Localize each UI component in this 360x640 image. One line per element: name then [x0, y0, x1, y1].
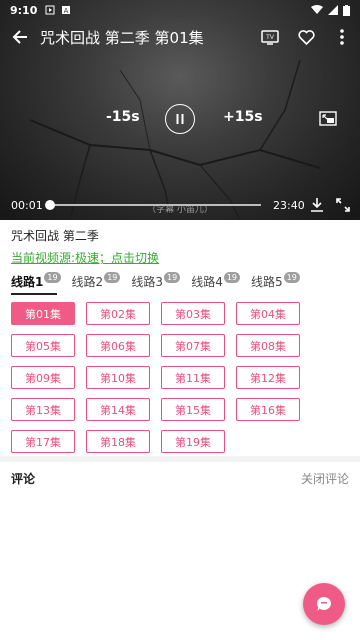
episode-count-badge: 19 — [44, 272, 61, 283]
episode-button[interactable]: 第01集 — [11, 302, 75, 325]
progress-bar: 00:01 23:40 — [0, 195, 360, 215]
episode-button[interactable]: 第09集 — [11, 366, 75, 389]
back-button[interactable] — [0, 20, 40, 54]
episode-button[interactable]: 第12集 — [236, 366, 300, 389]
forward-15-button[interactable]: +15s — [223, 109, 263, 125]
fullscreen-button[interactable] — [335, 197, 351, 213]
download-button[interactable] — [309, 197, 325, 213]
media-icon — [45, 5, 55, 15]
cast-tv-button[interactable]: TV — [252, 20, 288, 54]
status-bar: 9:10 A — [0, 0, 360, 20]
signal-icon — [328, 5, 338, 15]
favorite-button[interactable] — [288, 20, 324, 54]
episode-button[interactable]: 第15集 — [161, 398, 225, 421]
episode-button[interactable]: 第11集 — [161, 366, 225, 389]
line-tab-label: 线路2 — [71, 274, 104, 289]
line-tab-5[interactable]: 线路5 19 — [251, 269, 300, 293]
rewind-15-button[interactable]: -15s — [106, 109, 140, 125]
playback-controls: -15s +15s — [0, 100, 360, 138]
episode-button[interactable]: 第14集 — [86, 398, 150, 421]
svg-text:A: A — [64, 7, 69, 15]
picture-in-picture-button[interactable] — [318, 109, 338, 129]
video-title: 咒术回战 第二季 第01集 — [40, 28, 204, 47]
episode-grid: 第01集 第02集 第03集 第04集第05集 第06集 第07集 第08集第09集 第10集… — [11, 302, 311, 453]
episode-button[interactable]: 第13集 — [11, 398, 75, 421]
episode-button[interactable]: 第16集 — [236, 398, 300, 421]
episode-button[interactable]: 第03集 — [161, 302, 225, 325]
pip-icon — [319, 111, 337, 126]
episode-button[interactable]: 第08集 — [236, 334, 300, 357]
heart-icon — [297, 29, 315, 45]
line-tab-label: 线路4 — [191, 274, 223, 289]
current-time: 00:01 — [11, 198, 43, 212]
fullscreen-icon — [336, 198, 350, 212]
episode-button[interactable]: 第17集 — [11, 430, 75, 453]
pause-button[interactable] — [165, 104, 195, 134]
show-title: 咒术回战 第二季 — [11, 229, 99, 243]
line-tab-4[interactable]: 线路4 19 — [191, 269, 241, 293]
comment-header: 评论 关闭评论 — [0, 462, 360, 492]
more-button[interactable] — [324, 20, 360, 54]
svg-text:TV: TV — [266, 35, 274, 41]
line-tab-2[interactable]: 线路2 19 — [72, 269, 121, 293]
line-tab-label: 线路1 — [11, 274, 44, 289]
status-time: 9:10 — [10, 3, 38, 17]
player-top-bar: 咒术回战 第二季 第01集 TV — [0, 20, 360, 54]
episode-count-badge: 19 — [283, 272, 300, 283]
episode-button[interactable]: 第02集 — [86, 302, 150, 325]
episode-button[interactable]: 第10集 — [86, 366, 150, 389]
episode-button[interactable]: 第06集 — [86, 334, 150, 357]
chat-bubble-icon — [316, 596, 331, 611]
close-comments-button[interactable]: 关闭评论 — [301, 470, 349, 487]
seek-track[interactable] — [46, 204, 261, 206]
episode-count-badge: 19 — [164, 272, 181, 283]
battery-icon — [343, 4, 350, 16]
episode-button[interactable]: 第18集 — [86, 430, 150, 453]
download-icon — [311, 198, 323, 212]
line-tabs: 线路1 19 线路2 19 线路3 19 线路4 19 线路5 19 — [11, 268, 311, 295]
episode-button[interactable]: 第19集 — [161, 430, 225, 453]
arrow-left-icon — [12, 30, 27, 44]
line-tab-label: 线路3 — [131, 274, 164, 289]
write-comment-button[interactable] — [303, 583, 345, 625]
line-tab-3[interactable]: 线路3 19 — [131, 269, 181, 293]
notification-icon: A — [61, 5, 71, 15]
switch-source-link[interactable]: 当前视频源:极速；点击切换 — [11, 249, 159, 266]
total-duration: 23:40 — [273, 198, 305, 212]
line-tab-label: 线路5 — [251, 274, 283, 289]
episode-count-badge: 19 — [223, 272, 241, 283]
tv-icon: TV — [261, 30, 279, 45]
episode-count-badge: 19 — [104, 272, 121, 283]
episode-button[interactable]: 第05集 — [11, 334, 75, 357]
wifi-icon — [311, 5, 323, 14]
pause-icon — [176, 114, 184, 124]
more-vertical-icon — [340, 29, 344, 45]
episode-button[interactable]: 第04集 — [236, 302, 300, 325]
line-tab-1[interactable]: 线路1 19 — [11, 269, 61, 295]
episode-button[interactable]: 第07集 — [161, 334, 225, 357]
comment-title: 评论 — [11, 472, 36, 486]
video-player[interactable]: 9:10 A 咒术回战 第二季 第01集 TV -15s +15s （字幕 小笛… — [0, 0, 360, 220]
seek-thumb[interactable] — [45, 200, 55, 210]
